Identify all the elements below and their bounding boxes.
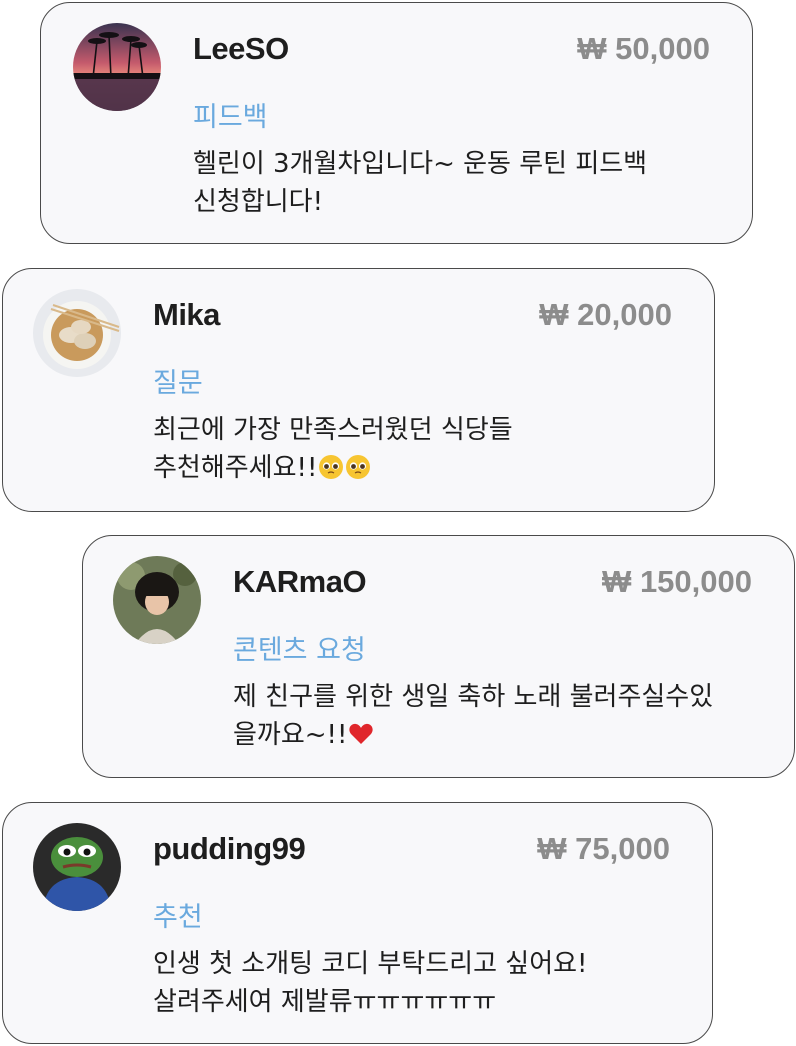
avatar-sunset-palm-trees <box>73 23 161 111</box>
category-label: 질문 <box>153 368 203 399</box>
donation-card-leeso[interactable]: LeeSO ₩ 50,000 피드백 헬린이 3개월차입니다~ 운동 루틴 피드… <box>40 2 753 244</box>
username: LeeSO <box>193 31 289 66</box>
avatar-dumplings-bowl <box>33 289 121 377</box>
donation-message: 인생 첫 소개팅 코디 부탁드리고 싶어요! 살려주세여 제발류ㅠㅠㅠㅠㅠㅠ <box>153 949 588 1017</box>
donation-amount: ₩ 20,000 <box>539 297 672 332</box>
pleading-face-emoji <box>319 455 344 479</box>
donation-card-karmao[interactable]: KARmaO ₩ 150,000 콘텐츠 요청 제 친구를 위한 생일 축하 노… <box>82 535 795 778</box>
won-symbol: ₩ <box>577 31 607 66</box>
pleading-face-emoji <box>346 455 371 479</box>
donation-message: 최근에 가장 만족스러웠던 식당들 추천해주세요!! <box>153 415 513 483</box>
won-symbol: ₩ <box>602 564 632 599</box>
username: Mika <box>153 297 220 332</box>
category-label: 추천 <box>153 902 203 933</box>
donation-card-pudding99[interactable]: pudding99 ₩ 75,000 추천 인생 첫 소개팅 코디 부탁드리고 … <box>2 802 713 1044</box>
username: KARmaO <box>233 564 367 599</box>
donation-card-mika[interactable]: Mika ₩ 20,000 질문 최근에 가장 만족스러웠던 식당들 추천해주세… <box>2 268 715 512</box>
donation-message: 헬린이 3개월차입니다~ 운동 루틴 피드백 신청합니다! <box>193 149 648 217</box>
won-symbol: ₩ <box>539 297 569 332</box>
donation-amount: ₩ 150,000 <box>602 564 752 599</box>
red-heart-emoji <box>349 723 374 744</box>
donation-amount: ₩ 75,000 <box>537 831 670 866</box>
donation-message: 제 친구를 위한 생일 축하 노래 불러주실수있 을까요~!! <box>233 682 714 750</box>
avatar-person-portrait <box>113 556 201 644</box>
category-label: 피드백 <box>193 102 268 133</box>
avatar-pepe-frog <box>33 823 121 911</box>
category-label: 콘텐츠 요청 <box>233 635 366 666</box>
won-symbol: ₩ <box>537 831 567 866</box>
donation-amount: ₩ 50,000 <box>577 31 710 66</box>
username: pudding99 <box>153 831 306 866</box>
